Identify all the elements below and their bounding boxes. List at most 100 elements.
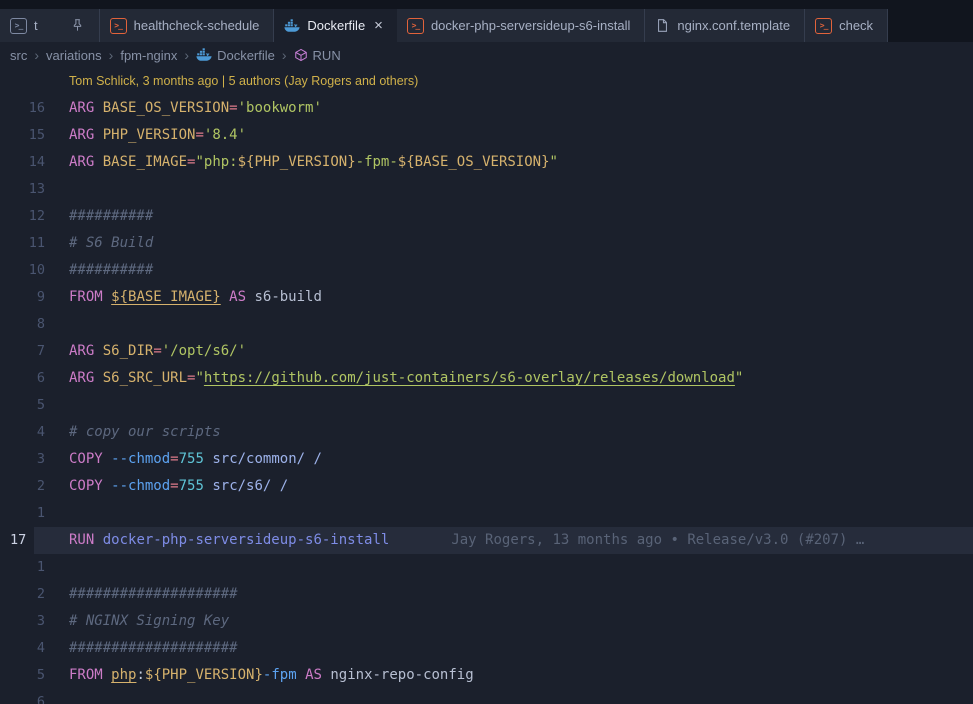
code-text: COPY --chmod=755 src/common/ / bbox=[69, 451, 322, 467]
code-line[interactable]: 4 # copy our scripts bbox=[0, 419, 973, 446]
tab-docker-php-serversideup-s6-install[interactable]: >_ docker-php-serversideup-s6-install bbox=[396, 9, 646, 42]
line-number: 6 bbox=[36, 370, 45, 386]
code-line[interactable]: 14 ARG BASE_IMAGE="php:${PHP_VERSION}-fpm… bbox=[0, 149, 973, 176]
code-line[interactable]: 3 # NGINX Signing Key bbox=[0, 608, 973, 635]
code-line[interactable]: 11 # S6 Build bbox=[0, 230, 973, 257]
code-text: RUN docker-php-serversideup-s6-install Ja… bbox=[69, 532, 865, 548]
breadcrumb-item-variations[interactable]: variations bbox=[46, 48, 102, 63]
breadcrumb-label: src bbox=[10, 47, 28, 63]
vscode-window: >_ t >_ healthcheck-schedule Dockerfile × >_ do… bbox=[0, 0, 973, 704]
tab-label: nginx.conf.template bbox=[677, 18, 791, 33]
line-number: 9 bbox=[36, 289, 45, 305]
line-number: 3 bbox=[36, 613, 45, 629]
tab-label: Dockerfile bbox=[307, 18, 366, 33]
code-line[interactable]: 4 #################### bbox=[0, 635, 973, 662]
code-text: ARG S6_SRC_URL="https://github.com/just-… bbox=[69, 370, 744, 386]
line-number: 6 bbox=[36, 694, 45, 704]
line-number: 1 bbox=[36, 559, 45, 575]
symbol-cube-icon bbox=[294, 48, 307, 62]
code-text: ARG BASE_IMAGE="php:${PHP_VERSION}-fpm-$… bbox=[69, 154, 558, 170]
line-number: 4 bbox=[36, 424, 45, 440]
line-number: 2 bbox=[36, 586, 45, 602]
code-line[interactable]: 10 ########## bbox=[0, 257, 973, 284]
line-number: 11 bbox=[28, 235, 45, 251]
breadcrumb: src › variations › fpm-nginx › Dockerfile › RUN bbox=[0, 42, 973, 68]
code-line[interactable]: 16 ARG BASE_OS_VERSION='bookworm' bbox=[0, 95, 973, 122]
line-number: 17 bbox=[10, 532, 27, 548]
line-number: 5 bbox=[36, 667, 45, 683]
breadcrumb-label: fpm-nginx bbox=[120, 47, 178, 63]
breadcrumb-item-src[interactable]: src bbox=[10, 48, 27, 63]
tab-label: docker-php-serversideup-s6-install bbox=[430, 18, 631, 33]
file-icon bbox=[658, 19, 668, 32]
code-line-current[interactable]: 17 RUN docker-php-serversideup-s6-install… bbox=[0, 527, 973, 554]
code-text: ########## bbox=[69, 208, 154, 224]
code-text: ARG BASE_OS_VERSION='bookworm' bbox=[69, 100, 322, 116]
breadcrumb-label: variations bbox=[46, 47, 102, 63]
tab-check[interactable]: >_ check bbox=[805, 9, 889, 42]
breadcrumb-label: RUN bbox=[312, 47, 341, 63]
tab-Dockerfile[interactable]: Dockerfile × bbox=[274, 9, 397, 42]
code-line[interactable]: 2 COPY --chmod=755 src/s6/ / bbox=[0, 473, 973, 500]
breadcrumb-item-fpm-nginx[interactable]: fpm-nginx bbox=[120, 48, 177, 63]
terminal-icon: >_ bbox=[10, 17, 27, 34]
code-line[interactable]: 1 bbox=[0, 500, 973, 527]
code-text: # S6 Build bbox=[69, 235, 154, 251]
breadcrumb-label: Dockerfile bbox=[217, 47, 275, 63]
terminal-icon: >_ bbox=[815, 17, 833, 34]
chevron-right-icon: › bbox=[184, 47, 190, 63]
line-number: 2 bbox=[36, 478, 45, 494]
code-line[interactable]: 8 bbox=[0, 311, 973, 338]
code-text: #################### bbox=[69, 640, 238, 656]
code-line[interactable]: 7 ARG S6_DIR='/opt/s6/' bbox=[0, 338, 973, 365]
breadcrumb-item-RUN[interactable]: RUN bbox=[294, 48, 341, 63]
code-line[interactable]: 6 ARG S6_SRC_URL="https://github.com/just… bbox=[0, 365, 973, 392]
code-line[interactable]: 9 FROM ${BASE_IMAGE} AS s6-build bbox=[0, 284, 973, 311]
line-number: 16 bbox=[28, 100, 45, 116]
line-number: 10 bbox=[28, 262, 45, 278]
close-icon[interactable]: × bbox=[374, 18, 383, 33]
tab-nginx.conf.template[interactable]: nginx.conf.template bbox=[645, 9, 806, 42]
code-line[interactable]: 3 COPY --chmod=755 src/common/ / bbox=[0, 446, 973, 473]
terminal-icon: >_ bbox=[406, 17, 424, 34]
code-text: ARG PHP_VERSION='8.4' bbox=[69, 127, 247, 143]
code-line[interactable]: 15 ARG PHP_VERSION='8.4' bbox=[0, 122, 973, 149]
line-number: 1 bbox=[36, 505, 45, 521]
tab-label: check bbox=[839, 18, 874, 33]
line-number: 5 bbox=[36, 397, 45, 413]
code-line[interactable]: 5 FROM php:${PHP_VERSION}-fpm AS nginx-re… bbox=[0, 662, 973, 689]
line-number: 12 bbox=[28, 208, 45, 224]
inline-blame: Jay Rogers, 13 months ago • Release/v3.0… bbox=[451, 532, 865, 548]
code-text: # NGINX Signing Key bbox=[69, 613, 230, 629]
code-text: ########## bbox=[69, 262, 154, 278]
code-line[interactable]: 13 bbox=[0, 176, 973, 203]
line-number: 3 bbox=[36, 451, 45, 467]
line-number: 8 bbox=[36, 316, 45, 332]
line-number: 4 bbox=[36, 640, 45, 656]
chevron-right-icon: › bbox=[108, 47, 114, 63]
tab-bar: >_ t >_ healthcheck-schedule Dockerfile × >_ do… bbox=[0, 0, 973, 42]
code-text: # copy our scripts bbox=[69, 424, 221, 440]
chevron-right-icon: › bbox=[281, 47, 287, 63]
code-line[interactable]: 6 bbox=[0, 689, 973, 704]
tab-label: healthcheck-schedule bbox=[133, 18, 260, 33]
codelens-blame[interactable]: Tom Schlick, 3 months ago | 5 authors (J… bbox=[0, 68, 973, 95]
code-line[interactable]: 12 ########## bbox=[0, 203, 973, 230]
line-number: 7 bbox=[36, 343, 45, 359]
code-editor[interactable]: Tom Schlick, 3 months ago | 5 authors (J… bbox=[0, 68, 973, 704]
code-line[interactable]: 2 #################### bbox=[0, 581, 973, 608]
code-text: FROM php:${PHP_VERSION}-fpm AS nginx-rep… bbox=[69, 667, 474, 683]
pin-icon[interactable] bbox=[70, 18, 85, 33]
code-line[interactable]: 1 bbox=[0, 554, 973, 581]
docker-icon bbox=[284, 18, 300, 32]
code-line[interactable]: 5 bbox=[0, 392, 973, 419]
line-number: 13 bbox=[28, 181, 45, 197]
code-lines: 16 ARG BASE_OS_VERSION='bookworm' 15 ARG PH… bbox=[0, 95, 973, 704]
breadcrumb-item-Dockerfile[interactable]: Dockerfile bbox=[196, 47, 275, 63]
tab-healthcheck-schedule[interactable]: >_ healthcheck-schedule bbox=[99, 9, 275, 42]
docker-icon bbox=[196, 48, 212, 61]
chevron-right-icon: › bbox=[34, 47, 40, 63]
tab-t[interactable]: >_ t bbox=[0, 9, 100, 42]
terminal-icon: >_ bbox=[109, 17, 127, 34]
code-text: #################### bbox=[69, 586, 238, 602]
